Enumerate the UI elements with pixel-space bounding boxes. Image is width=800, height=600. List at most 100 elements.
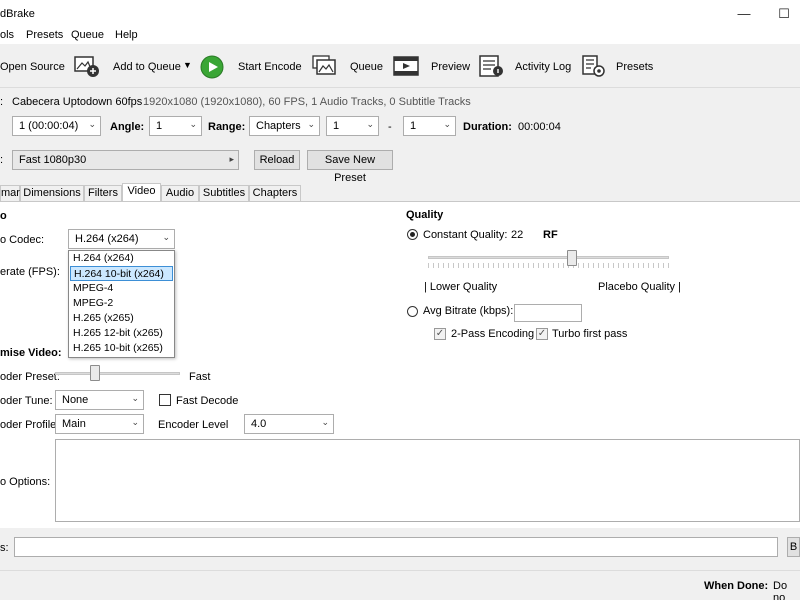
constant-quality-slider-thumb[interactable]: [566, 250, 577, 266]
encoder-profile-select[interactable]: Main ⌄: [55, 414, 144, 434]
cq-unit: RF: [543, 229, 558, 241]
status-bar: When Done: Do no: [0, 570, 800, 600]
encoder-tune-label: oder Tune:: [0, 395, 53, 407]
lower-quality-label: | Lower Quality: [424, 281, 498, 293]
preset-selector-value: Fast 1080p30: [19, 154, 87, 166]
codec-option[interactable]: H.265 10-bit (x265): [70, 341, 173, 356]
toolbar: Open Source Add to Queue ▼ Start Encode …: [0, 44, 800, 88]
activity-log-icon[interactable]: [478, 54, 504, 78]
chevron-down-icon: ⌄: [88, 119, 96, 129]
window-title: dBrake: [0, 8, 35, 20]
tab-video[interactable]: Video: [122, 183, 161, 202]
tab-filters[interactable]: Filters: [84, 185, 122, 201]
placebo-quality-label: Placebo Quality |: [598, 281, 681, 293]
menu-tools[interactable]: ols: [0, 29, 14, 41]
preview-icon[interactable]: [393, 54, 419, 78]
encoder-preset-track[interactable]: [55, 372, 180, 375]
title-select[interactable]: 1 (00:00:04) ⌄: [12, 116, 101, 136]
avg-bitrate-radio[interactable]: [407, 306, 418, 317]
queue-icon[interactable]: [312, 54, 338, 78]
queue-button[interactable]: Queue: [350, 61, 383, 73]
extra-options-textarea[interactable]: [55, 439, 800, 522]
tab-subtitles[interactable]: Subtitles: [199, 185, 249, 201]
angle-select[interactable]: 1 ⌄: [149, 116, 202, 136]
codec-option[interactable]: H.265 12-bit (x265): [70, 326, 173, 341]
encoder-level-label: Encoder Level: [158, 419, 229, 431]
fast-decode-label: Fast Decode: [176, 395, 239, 407]
constant-quality-radio[interactable]: [407, 229, 418, 240]
two-pass-checkbox[interactable]: ✓: [434, 328, 446, 340]
browse-button[interactable]: B: [787, 537, 800, 557]
menu-presets[interactable]: Presets: [26, 29, 63, 41]
title-bar: dBrake — ☐: [0, 0, 800, 28]
tab-summary[interactable]: mary: [0, 185, 25, 201]
add-to-queue-dropdown-icon[interactable]: ▼: [183, 60, 192, 70]
constant-quality-label: Constant Quality:: [423, 229, 508, 241]
video-codec-select[interactable]: H.264 (x264) ⌄: [68, 229, 175, 249]
encoder-preset-slider-thumb[interactable]: [89, 365, 100, 381]
range-end-select[interactable]: 1 ⌄: [403, 116, 456, 136]
chevron-right-icon: ▸: [229, 154, 234, 164]
tab-chapters[interactable]: Chapters: [249, 185, 301, 201]
codec-option[interactable]: H.264 (x264): [70, 251, 173, 266]
extra-options-label: o Options:: [0, 476, 51, 488]
add-to-queue-button[interactable]: Add to Queue: [113, 61, 181, 73]
tab-dimensions[interactable]: Dimensions: [20, 185, 84, 201]
minimize-button[interactable]: —: [726, 0, 762, 28]
presets-icon[interactable]: [581, 54, 607, 78]
chevron-down-icon: ⌄: [131, 393, 139, 403]
codec-option[interactable]: MPEG-4: [70, 281, 173, 296]
two-pass-label: 2-Pass Encoding: [451, 328, 535, 340]
start-encode-icon[interactable]: [200, 55, 224, 79]
chevron-down-icon: ⌄: [131, 417, 139, 427]
tab-strip: mary Dimensions Filters Video Audio Subt…: [0, 183, 800, 202]
maximize-button[interactable]: ☐: [766, 0, 800, 28]
preset-selector[interactable]: Fast 1080p30 ▸: [12, 150, 239, 170]
when-done-value[interactable]: Do no: [773, 580, 800, 600]
turbo-first-pass-label: Turbo first pass: [552, 328, 628, 340]
presets-button[interactable]: Presets: [616, 61, 653, 73]
preset-label-fragment: :: [0, 154, 4, 166]
range-end-value: 1: [410, 120, 417, 132]
chevron-down-icon: ⌄: [189, 119, 197, 129]
duration-value: 00:00:04: [518, 121, 561, 133]
codec-option[interactable]: MPEG-2: [70, 296, 173, 311]
encoder-level-value: 4.0: [251, 418, 267, 430]
menu-help[interactable]: Help: [115, 29, 138, 41]
video-codec-value: H.264 (x264): [75, 233, 139, 245]
reload-button[interactable]: Reload: [254, 150, 300, 170]
constant-quality-track[interactable]: [428, 256, 669, 259]
chevron-down-icon: ⌄: [321, 417, 329, 427]
add-to-queue-icon[interactable]: [74, 54, 100, 78]
source-name: Cabecera Uptodown 60fps: [12, 96, 143, 108]
video-codec-label: o Codec:: [0, 234, 45, 246]
when-done-label: When Done:: [704, 580, 769, 592]
menu-bar: ols Presets Queue Help: [0, 28, 800, 44]
open-source-button[interactable]: Open Source: [0, 61, 65, 73]
tab-audio[interactable]: Audio: [161, 185, 199, 201]
constant-quality-ticks: [428, 263, 669, 268]
menu-queue[interactable]: Queue: [71, 29, 104, 41]
activity-log-button[interactable]: Activity Log: [515, 61, 571, 73]
encoder-tune-value: None: [62, 394, 89, 406]
range-start-select[interactable]: 1 ⌄: [326, 116, 379, 136]
video-section-label: o: [0, 210, 7, 222]
encoder-preset-value: Fast: [189, 371, 211, 383]
angle-select-value: 1: [156, 120, 163, 132]
codec-option-highlighted[interactable]: H.264 10-bit (x264): [70, 266, 173, 281]
range-label: Range:: [208, 121, 246, 133]
range-type-select[interactable]: Chapters ⌄: [249, 116, 320, 136]
save-new-preset-button[interactable]: Save New Preset: [307, 150, 393, 184]
fast-decode-checkbox[interactable]: [159, 394, 171, 406]
optimise-video-label: mise Video:: [0, 347, 62, 359]
turbo-first-pass-checkbox[interactable]: ✓: [536, 328, 548, 340]
title-select-value: 1 (00:00:04): [19, 120, 79, 132]
encoder-level-select[interactable]: 4.0 ⌄: [244, 414, 334, 434]
encoder-tune-select[interactable]: None ⌄: [55, 390, 144, 410]
avg-bitrate-input[interactable]: [514, 304, 582, 322]
start-encode-button[interactable]: Start Encode: [238, 61, 302, 73]
codec-option[interactable]: H.265 (x265): [70, 311, 173, 326]
framerate-label: erate (FPS):: [0, 266, 60, 278]
destination-input[interactable]: [14, 537, 778, 557]
preview-button[interactable]: Preview: [431, 61, 470, 73]
